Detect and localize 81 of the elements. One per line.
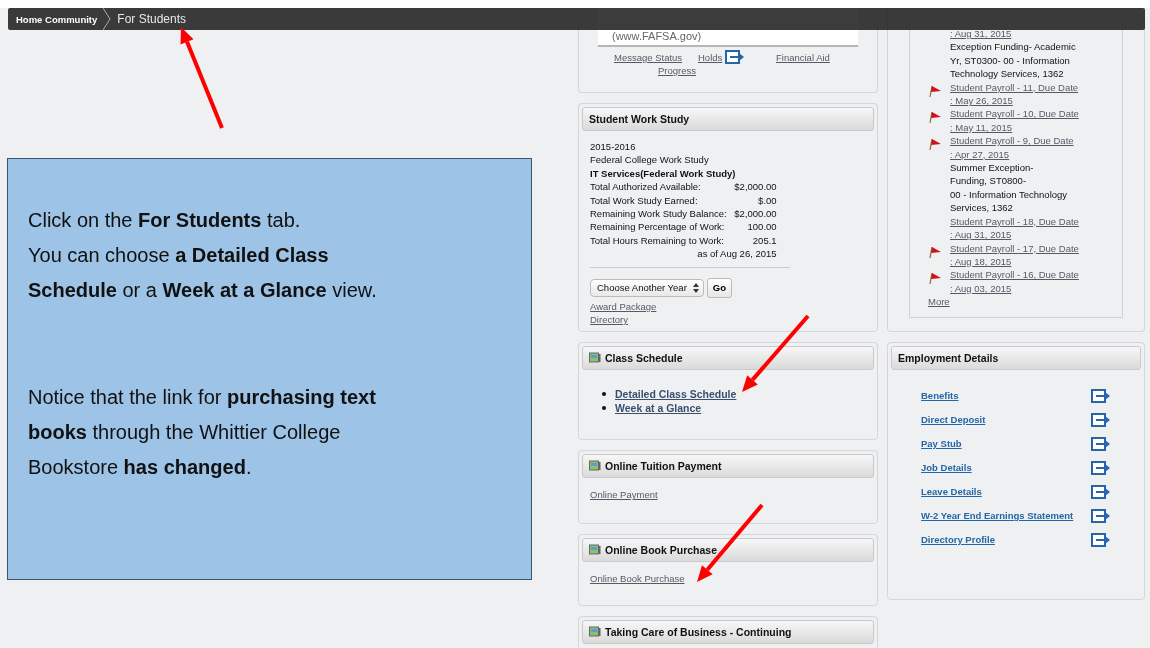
- book-purchase-link[interactable]: Online Book Purchase: [590, 573, 685, 585]
- work-study-text: IT Services(Federal Work Study): [590, 166, 737, 181]
- task-text: Technology Services, 1362: [950, 67, 1065, 81]
- box-arrow-icon: [1091, 436, 1111, 451]
- panel-title: Student Work Study: [589, 113, 690, 125]
- instruction-text: Notice that the link for purchasing text books through the Whittier College Bookstore has changed.: [28, 385, 377, 480]
- task-link[interactable]: Student Payroll - 10, Due Date: [950, 107, 1079, 121]
- row-value: 100.00: [747, 220, 777, 234]
- bullet: [602, 392, 606, 397]
- row-value: $2,000.00: [734, 180, 777, 194]
- task-link[interactable]: Student Payroll - 16, Due Date: [950, 268, 1079, 282]
- work-study-text: 2015-2016: [590, 140, 637, 154]
- employment-link[interactable]: Directory Profile: [921, 534, 995, 546]
- task-link[interactable]: : Aug 31, 2015: [950, 27, 1012, 41]
- row-label: Total Hours Remaining to Work:: [590, 233, 725, 248]
- work-study-link[interactable]: Award Package: [590, 299, 657, 314]
- task-text: Services, 1362: [950, 201, 1014, 215]
- employment-link[interactable]: Benefits: [921, 390, 959, 402]
- box-arrow-icon: [1091, 532, 1111, 547]
- task-link[interactable]: Student Payroll - 18, Due Date: [950, 214, 1079, 229]
- app-icon: [589, 544, 601, 557]
- employment-link[interactable]: Job Details: [921, 462, 972, 474]
- task-link[interactable]: : Aug 03, 2015: [950, 281, 1012, 296]
- task-link[interactable]: Student Payroll - 9, Due Date: [950, 134, 1074, 148]
- task-text: Exception Funding- Academic: [950, 40, 1076, 54]
- go-button[interactable]: Go: [706, 277, 732, 298]
- panel-title: Taking Care of Business - Continuing: [605, 626, 792, 639]
- row-label: Total Work Study Earned:: [590, 193, 699, 208]
- task-link[interactable]: : Aug 31, 2015: [950, 228, 1012, 242]
- box-arrow-icon: [1091, 460, 1111, 475]
- task-link[interactable]: : Aug 18, 2015: [950, 254, 1012, 269]
- task-link[interactable]: : Apr 27, 2015: [950, 147, 1010, 162]
- aid-link[interactable]: Holds: [698, 51, 723, 63]
- payment-link[interactable]: Online Payment: [590, 489, 658, 501]
- employment-link[interactable]: W-2 Year End Earnings Statement: [921, 510, 1074, 522]
- year-dropdown[interactable]: Choose Another Year: [590, 278, 704, 297]
- panel-title: Online Tuition Payment: [605, 460, 722, 473]
- aid-link[interactable]: Financial Aid: [776, 51, 830, 63]
- breadcrumb-link[interactable]: Home Community: [8, 13, 104, 25]
- task-link[interactable]: Student Payroll - 17, Due Date: [950, 241, 1079, 255]
- task-text: Funding, ST0800-: [950, 174, 1028, 188]
- task-link[interactable]: : May 26, 2015: [950, 94, 1013, 108]
- task-text: Summer Exception-: [950, 161, 1035, 175]
- schedule-link[interactable]: Week at a Glance: [615, 401, 702, 416]
- box-arrow-icon: [1091, 484, 1111, 499]
- bullet: [602, 406, 606, 411]
- breadcrumb-link[interactable]: For Students: [111, 12, 192, 26]
- task-link[interactable]: Student Payroll - 11, Due Date: [950, 80, 1079, 95]
- as-of-date: as of Aug 26, 2015: [697, 247, 777, 261]
- aid-link[interactable]: Progress: [658, 65, 696, 76]
- instruction-text: Click on the For Students tab.: [28, 208, 302, 233]
- chevron-icon: [103, 8, 112, 30]
- row-label: Remaining Percentage of Work:: [590, 220, 726, 234]
- box-arrow-icon: [1091, 388, 1111, 403]
- row-value: $2,000.00: [734, 207, 777, 221]
- work-study-text: Federal College Work Study: [590, 153, 710, 167]
- aid-link[interactable]: Message Status: [614, 51, 683, 63]
- task-text: 00 - Information Technology: [950, 187, 1068, 202]
- panel-title: Class Schedule: [605, 352, 683, 365]
- panel-title: Employment Details: [898, 351, 999, 364]
- app-icon: [589, 460, 601, 473]
- task-text: Yr, ST0300- 00 - Information: [950, 53, 1071, 68]
- work-study-link[interactable]: Directory: [590, 313, 628, 327]
- row-label: Total Authorized Available:: [590, 180, 702, 194]
- row-label: Remaining Work Study Balance:: [590, 207, 727, 221]
- updown-icon: [692, 282, 699, 293]
- employment-link[interactable]: Leave Details: [921, 486, 982, 498]
- aid-text: (www.FAFSA.gov): [612, 29, 703, 43]
- schedule-link[interactable]: Detailed Class Schedule: [615, 387, 737, 402]
- app-icon: [589, 352, 601, 365]
- box-arrow-icon: [1091, 508, 1111, 523]
- row-value: 205.1: [752, 233, 777, 248]
- more-link[interactable]: More: [928, 295, 950, 309]
- app-icon: [589, 626, 601, 639]
- panel-title: Online Book Purchase: [605, 544, 718, 557]
- instruction-text: You can choose a Detailed Class Schedule or a Week at a Glance view.: [28, 243, 378, 303]
- box-arrow-icon: [1091, 412, 1111, 427]
- row-value: $.00: [758, 193, 777, 208]
- employment-link[interactable]: Direct Deposit: [921, 414, 986, 426]
- employment-link[interactable]: Pay Stub: [921, 438, 962, 450]
- task-link[interactable]: : May 11, 2015: [950, 120, 1013, 135]
